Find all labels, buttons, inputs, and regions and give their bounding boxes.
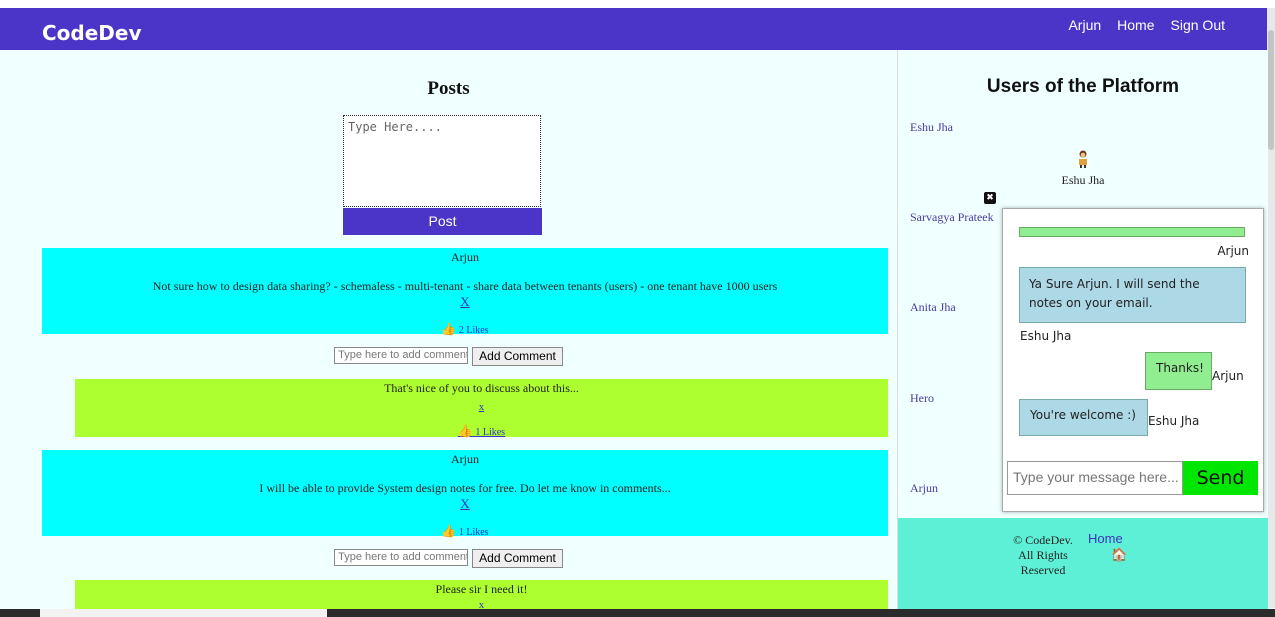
comment-text: Please sir I need it! bbox=[435, 582, 528, 596]
navbar: CodeDev Arjun Home Sign Out bbox=[0, 8, 1267, 50]
chat-window: Arjun Ya Sure Arjun. I will send the not… bbox=[1002, 208, 1264, 512]
delete-post-link[interactable]: X bbox=[460, 496, 469, 511]
chat-message: You're welcome :) bbox=[1019, 399, 1148, 436]
posts-title: Posts bbox=[427, 78, 470, 99]
thumbs-up-icon: 👍 bbox=[441, 322, 457, 336]
brand-logo[interactable]: CodeDev bbox=[42, 21, 142, 45]
comment-input[interactable]: Type here to add comment bbox=[334, 347, 469, 364]
new-post-textarea[interactable]: Type Here.... bbox=[343, 115, 541, 207]
post-author: Arjun bbox=[451, 452, 479, 466]
add-comment-button[interactable]: Add Comment bbox=[472, 347, 563, 366]
post-author: Arjun bbox=[451, 250, 479, 264]
like-button[interactable]: 👍 1 Likes bbox=[42, 524, 888, 539]
comment-input[interactable]: Type here to add comment bbox=[334, 549, 469, 566]
close-chat-icon[interactable]: ✖ bbox=[984, 192, 996, 204]
comment-card: That's nice of you to discuss about this… bbox=[75, 379, 888, 439]
chat-message: Ya Sure Arjun. I will send the notes on … bbox=[1019, 267, 1246, 323]
copyright-text: © CodeDev. All Rights Reserved bbox=[1013, 533, 1073, 577]
add-comment-button[interactable]: Add Comment bbox=[472, 549, 563, 568]
post-text: I will be able to provide System design … bbox=[259, 481, 671, 495]
thumbs-up-icon: 👍 bbox=[457, 424, 473, 438]
os-taskbar bbox=[0, 609, 1275, 617]
window-top-strip bbox=[0, 0, 1275, 8]
avatar-name: Eshu Jha bbox=[1061, 173, 1105, 187]
send-button[interactable]: Send bbox=[1183, 461, 1258, 495]
like-button[interactable]: 👍 2 Likes bbox=[42, 322, 888, 337]
footer: © CodeDev. All Rights Reserved Home 🏠 bbox=[898, 518, 1268, 610]
chat-sender-label: Arjun bbox=[1212, 369, 1244, 383]
likes-count: 1 Likes bbox=[458, 527, 489, 538]
page-scrollbar[interactable] bbox=[1267, 8, 1275, 608]
nav-signout-link[interactable]: Sign Out bbox=[1171, 17, 1225, 33]
avatar-icon bbox=[1079, 150, 1087, 168]
chat-top-bar bbox=[1019, 227, 1245, 237]
chat-sender-label: Eshu Jha bbox=[1148, 414, 1200, 428]
comment-likes-count: 1 Likes bbox=[475, 427, 506, 438]
chat-message: Thanks! bbox=[1145, 352, 1212, 390]
footer-home-link[interactable]: Home bbox=[1088, 531, 1123, 546]
user-avatar-card[interactable]: Eshu Jha bbox=[1058, 150, 1108, 188]
scrollbar-thumb[interactable] bbox=[1268, 30, 1274, 150]
user-item[interactable]: Sarvagya Prateek bbox=[910, 210, 994, 225]
post-button[interactable]: Post bbox=[343, 208, 542, 235]
delete-comment-link[interactable]: x bbox=[479, 401, 485, 413]
post-card: Arjun Not sure how to design data sharin… bbox=[42, 248, 888, 337]
comment-like-button[interactable]: 👍 1 Likes bbox=[75, 424, 888, 439]
chat-message-input[interactable]: Type your message here... bbox=[1007, 461, 1183, 495]
user-item[interactable]: Hero bbox=[910, 391, 934, 406]
thumbs-up-icon: 👍 bbox=[441, 524, 457, 538]
home-icon[interactable]: 🏠 bbox=[1111, 547, 1127, 563]
comment-text: That's nice of you to discuss about this… bbox=[384, 381, 579, 395]
chat-sender-label: Eshu Jha bbox=[1020, 329, 1072, 343]
posts-section: Posts Type Here.... Post Arjun Not sure … bbox=[0, 50, 897, 611]
post-text: Not sure how to design data sharing? - s… bbox=[152, 279, 778, 293]
user-item[interactable]: Anita Jha bbox=[910, 300, 956, 315]
taskbar-search-area[interactable] bbox=[40, 609, 327, 617]
delete-post-link[interactable]: X bbox=[460, 294, 469, 309]
comment-card: Please sir I need it! x bbox=[75, 580, 888, 611]
user-item[interactable]: Arjun bbox=[910, 481, 938, 496]
chat-sender-label: Arjun bbox=[1217, 244, 1249, 258]
user-item[interactable]: Eshu Jha bbox=[910, 120, 953, 135]
nav-home-link[interactable]: Home bbox=[1117, 17, 1154, 33]
likes-count: 2 Likes bbox=[458, 325, 489, 336]
comment-form: Type here to add comment Add Comment bbox=[0, 549, 897, 568]
nav-links: Arjun Home Sign Out bbox=[1068, 17, 1225, 33]
nav-profile-link[interactable]: Arjun bbox=[1068, 17, 1101, 33]
comment-form: Type here to add comment Add Comment bbox=[0, 347, 897, 366]
post-card: Arjun I will be able to provide System d… bbox=[42, 450, 888, 539]
users-title: Users of the Platform bbox=[986, 76, 1180, 97]
